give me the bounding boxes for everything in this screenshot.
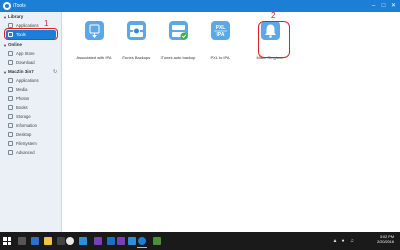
windows-start-icon[interactable] bbox=[3, 237, 11, 245]
ipa-association-icon bbox=[85, 21, 104, 40]
app-icon[interactable] bbox=[117, 237, 125, 245]
notifications-icon[interactable]: ▲ bbox=[332, 238, 338, 244]
library-header[interactable]: ▼ Library bbox=[0, 13, 62, 21]
online-header-label: Online bbox=[8, 42, 23, 47]
advanced-icon bbox=[8, 150, 13, 155]
sidebar-item-label: App Store bbox=[16, 51, 35, 56]
filesystem-icon bbox=[8, 141, 13, 146]
edge-browser-icon[interactable] bbox=[31, 237, 39, 245]
sidebar-item-download[interactable]: Download bbox=[6, 58, 56, 67]
tool-itunes-backups[interactable]: iTunes Backups bbox=[118, 20, 154, 60]
sidebar-item-label: FileSystem bbox=[16, 141, 37, 146]
sidebar-item-information[interactable]: Information bbox=[6, 121, 56, 130]
storage-icon bbox=[8, 114, 13, 119]
books-icon bbox=[8, 105, 13, 110]
task-view-icon[interactable] bbox=[18, 237, 26, 245]
tools-panel: Associated with IPA iTunes Backups iTune… bbox=[63, 12, 400, 232]
highlight-ellipse-tools bbox=[4, 28, 58, 40]
refresh-icon[interactable]: ↻ bbox=[53, 69, 57, 75]
app-icon[interactable] bbox=[128, 237, 136, 245]
sidebar-item-label: Download bbox=[16, 60, 35, 65]
collapse-triangle-icon: ▼ bbox=[3, 43, 7, 48]
sidebar-item-device-applications[interactable]: Applications bbox=[6, 76, 56, 85]
download-icon bbox=[8, 60, 13, 65]
itunes-auto-backup-icon bbox=[169, 21, 188, 40]
window-title: iTools bbox=[13, 3, 26, 9]
pxl-ipa-icon: PXL IPA bbox=[211, 21, 230, 40]
file-explorer-icon[interactable] bbox=[44, 237, 52, 245]
pxl-text: PXL bbox=[216, 25, 226, 31]
desktop-icon bbox=[8, 132, 13, 137]
sidebar-item-storage[interactable]: Storage bbox=[6, 112, 56, 121]
library-header-label: Library bbox=[8, 14, 24, 19]
itunes-backup-icon bbox=[127, 21, 146, 40]
sidebar-item-media[interactable]: Media bbox=[6, 85, 56, 94]
ipa-text: IPA bbox=[217, 32, 225, 38]
device-name: MacZin 3in7 bbox=[8, 69, 34, 74]
sidebar-item-label: Storage bbox=[16, 114, 31, 119]
sidebar-item-filesystem[interactable]: FileSystem bbox=[6, 139, 56, 148]
minimize-button[interactable]: – bbox=[369, 2, 378, 10]
tool-itunes-auto-backup[interactable]: iTunes auto backup bbox=[160, 20, 196, 60]
app-icon[interactable] bbox=[153, 237, 161, 245]
maximize-button[interactable]: □ bbox=[379, 2, 388, 10]
collapse-triangle-icon: ▼ bbox=[3, 70, 7, 75]
sidebar-item-label: Media bbox=[16, 87, 28, 92]
chrome-icon[interactable] bbox=[66, 237, 74, 245]
visual-studio-icon[interactable] bbox=[94, 237, 102, 245]
sidebar-item-photos[interactable]: Photos bbox=[6, 94, 56, 103]
volume-icon[interactable]: ♫ bbox=[349, 238, 355, 244]
sidebar-item-label: Information bbox=[16, 123, 37, 128]
information-icon bbox=[8, 123, 13, 128]
tool-pxl-to-ipa[interactable]: PXL IPA PXL to IPA bbox=[202, 20, 238, 60]
sidebar-item-label: Books bbox=[16, 105, 28, 110]
sidebar: ▼ Library Applications Tools ▼ Online Ap… bbox=[0, 12, 62, 232]
tool-label: PXL to IPA bbox=[210, 55, 230, 60]
app-icon[interactable] bbox=[79, 237, 87, 245]
sidebar-item-label: Photos bbox=[16, 96, 30, 101]
network-icon[interactable]: ● bbox=[340, 238, 346, 244]
sidebar-item-label: Applications bbox=[16, 78, 39, 83]
close-button[interactable]: ✕ bbox=[389, 2, 398, 10]
clock-date: 2/20/2016 bbox=[377, 240, 394, 244]
tool-associated-with-ipa[interactable]: Associated with IPA bbox=[76, 20, 112, 60]
applications-icon bbox=[8, 78, 13, 83]
sidebar-item-app-store[interactable]: App Store bbox=[6, 49, 56, 58]
photos-icon bbox=[8, 96, 13, 101]
media-icon bbox=[8, 87, 13, 92]
sidebar-item-advanced[interactable]: Advanced bbox=[6, 148, 56, 157]
windows-taskbar: ▲ ● ♫ 3:02 PM 2/20/2016 bbox=[0, 232, 400, 250]
sidebar-item-desktop[interactable]: Desktop bbox=[6, 130, 56, 139]
annotation-number-1: 1 bbox=[44, 19, 49, 28]
online-header[interactable]: ▼ Online bbox=[0, 41, 62, 49]
sidebar-item-label: Advanced bbox=[16, 150, 35, 155]
itools-taskbar-icon[interactable] bbox=[137, 237, 147, 248]
app-store-icon bbox=[8, 51, 13, 56]
sidebar-item-label: Desktop bbox=[16, 132, 32, 137]
device-header[interactable]: ▼ MacZin 3in7 ↻ bbox=[0, 68, 62, 76]
annotation-number-2: 2 bbox=[271, 11, 276, 20]
store-icon[interactable] bbox=[57, 237, 65, 245]
app-icon[interactable] bbox=[107, 237, 115, 245]
highlight-ellipse-make-ringtone bbox=[258, 21, 290, 58]
collapse-triangle-icon: ▼ bbox=[3, 15, 7, 20]
title-bar: iTools – □ ✕ bbox=[0, 0, 400, 12]
system-clock[interactable]: 3:02 PM 2/20/2016 bbox=[364, 235, 394, 245]
sidebar-item-books[interactable]: Books bbox=[6, 103, 56, 112]
itools-logo-icon bbox=[3, 2, 11, 10]
